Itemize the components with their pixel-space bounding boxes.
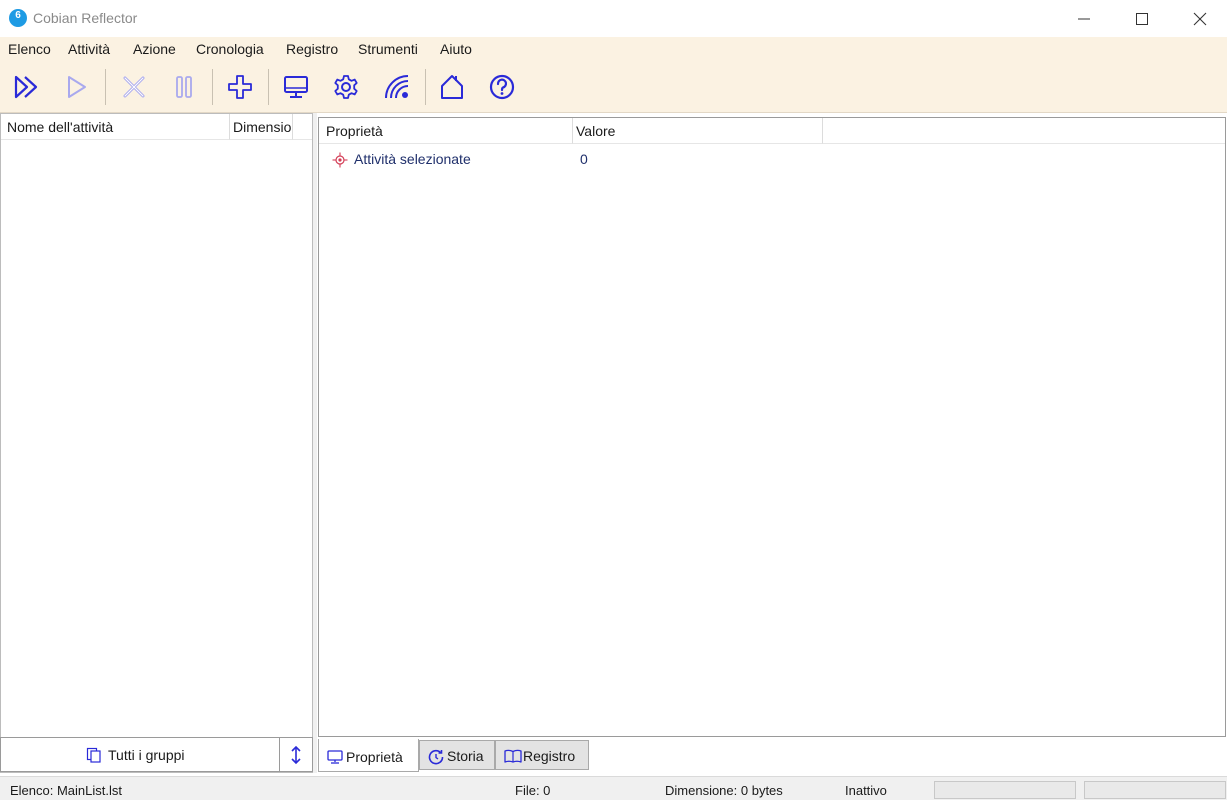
minimize-button[interactable] — [1055, 0, 1113, 37]
menu-azione[interactable]: Azione — [133, 41, 176, 57]
copy-groups-icon — [86, 747, 101, 763]
all-groups-button[interactable]: Tutti i gruppi — [0, 737, 280, 772]
status-size: Dimensione: 0 bytes — [665, 783, 783, 798]
properties-header-property[interactable]: Proprietà — [319, 118, 573, 144]
properties-header-filler — [823, 118, 1225, 144]
sort-toggle-button[interactable] — [279, 737, 313, 772]
tab-registro-label: Registro — [523, 748, 576, 764]
add-task-button[interactable] — [222, 69, 258, 105]
tab-proprieta-label: Proprietà — [346, 749, 403, 765]
tab-storia[interactable]: Storia — [419, 740, 495, 770]
title-bar: 6 Cobian Reflector — [0, 0, 1227, 37]
task-list-header-size[interactable]: Dimensio — [230, 114, 293, 140]
app-logo-icon: 6 — [9, 9, 27, 27]
history-icon — [428, 749, 444, 765]
maximize-button[interactable] — [1113, 0, 1171, 37]
menu-registro[interactable]: Registro — [286, 41, 338, 57]
menu-aiuto[interactable]: Aiuto — [440, 41, 472, 57]
status-bar: Elenco: MainList.lst File: 0 Dimensione:… — [0, 776, 1227, 800]
app-logo-text: 6 — [15, 10, 21, 21]
monitor-small-icon — [327, 750, 343, 764]
run-selected-icon — [68, 76, 86, 98]
menu-elenco[interactable]: Elenco — [8, 41, 51, 57]
status-list-file: Elenco: MainList.lst — [10, 783, 122, 798]
close-button[interactable] — [1171, 0, 1227, 37]
sort-arrows-icon — [291, 745, 301, 765]
settings-button[interactable] — [328, 69, 364, 105]
add-task-icon — [228, 75, 252, 99]
status-state: Inattivo — [845, 783, 887, 798]
task-list-header-name[interactable]: Nome dell'attività — [1, 114, 230, 140]
remote-button[interactable] — [379, 69, 415, 105]
home-icon — [441, 75, 463, 99]
property-name: Attività selezionate — [354, 151, 471, 167]
toolbar-separator — [268, 69, 269, 105]
window-title: Cobian Reflector — [33, 10, 138, 26]
task-list-header-filler — [293, 114, 312, 140]
run-all-icon — [14, 75, 38, 99]
bottom-tabs: Proprietà Storia Registro — [318, 737, 1226, 773]
toolbar-separator — [105, 69, 106, 105]
book-icon — [504, 749, 522, 763]
maximize-icon — [1136, 13, 1148, 25]
tab-storia-label: Storia — [447, 748, 484, 764]
tab-proprieta[interactable]: Proprietà — [318, 739, 419, 772]
home-button[interactable] — [434, 69, 470, 105]
close-icon — [1193, 12, 1207, 26]
progress-bar-1 — [934, 781, 1076, 799]
properties-header-value[interactable]: Valore — [573, 118, 823, 144]
property-value: 0 — [580, 151, 588, 167]
toolbar-separator — [212, 69, 213, 105]
property-row[interactable]: Attività selezionate 0 — [319, 148, 1225, 170]
stop-icon — [123, 76, 145, 98]
menu-bar: Elenco Attività Azione Cronologia Regist… — [0, 37, 1227, 61]
toolbar-separator — [425, 69, 426, 105]
task-list[interactable]: Nome dell'attività Dimensio — [0, 113, 313, 773]
minimize-icon — [1078, 18, 1090, 20]
pane-splitter[interactable] — [313, 113, 317, 773]
menu-strumenti[interactable]: Strumenti — [358, 41, 418, 57]
tab-registro[interactable]: Registro — [495, 740, 589, 770]
progress-bar-2 — [1084, 781, 1226, 799]
settings-gear-icon — [334, 75, 358, 99]
menu-attivita[interactable]: Attività — [68, 41, 110, 57]
monitor-icon — [284, 76, 308, 98]
help-icon — [489, 74, 515, 100]
target-icon — [332, 152, 348, 168]
run-selected-button[interactable] — [59, 69, 95, 105]
menu-cronologia[interactable]: Cronologia — [196, 41, 264, 57]
stop-button[interactable] — [116, 69, 152, 105]
toolbar — [0, 61, 1227, 113]
properties-list[interactable]: Proprietà Valore Attività selezionate 0 — [318, 117, 1226, 737]
run-all-button[interactable] — [9, 69, 45, 105]
monitor-button[interactable] — [278, 69, 314, 105]
all-groups-label: Tutti i gruppi — [108, 747, 185, 763]
pause-icon — [176, 76, 192, 98]
pause-button[interactable] — [166, 69, 202, 105]
help-button[interactable] — [484, 69, 520, 105]
remote-wifi-icon — [385, 75, 409, 99]
status-file-count: File: 0 — [515, 783, 551, 798]
